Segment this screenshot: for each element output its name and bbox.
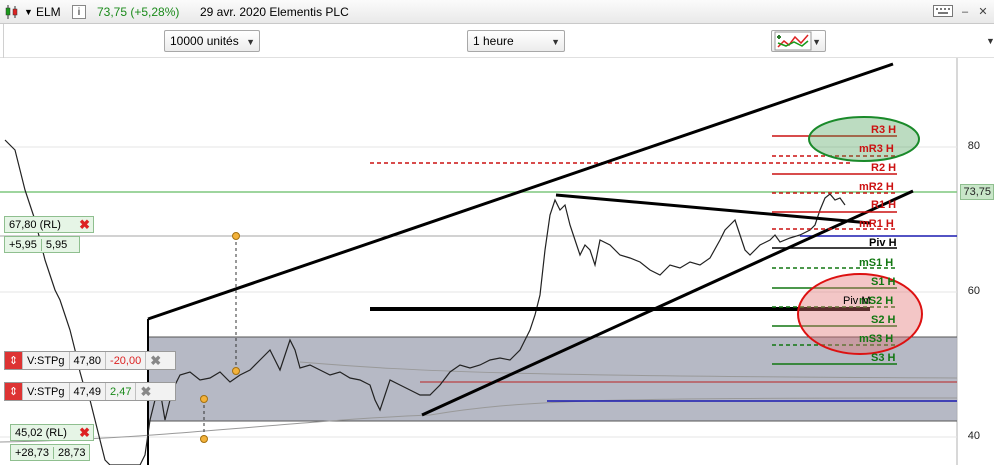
divider bbox=[3, 24, 4, 58]
title-bar: ▼ ELM i 73,75 (+5,28%) 29 avr. 2020 Elem… bbox=[0, 0, 994, 24]
price-tag-diff: +28,73 bbox=[11, 446, 54, 459]
keyboard-icon[interactable] bbox=[932, 5, 954, 19]
pivot-ms3: mS3 H bbox=[859, 333, 894, 345]
ticker-label[interactable]: ELM bbox=[36, 4, 61, 20]
close-icon[interactable]: ✖ bbox=[136, 383, 155, 400]
order-label: V:STPg bbox=[23, 383, 70, 400]
price-tag-1-diff: +5,95 5,95 bbox=[4, 236, 80, 253]
chevron-down-icon: ▼ bbox=[812, 37, 821, 47]
order-label: V:STPg bbox=[23, 352, 70, 369]
timeframe-select[interactable]: 1 heure ▼ bbox=[467, 30, 565, 52]
order-price: 47,80 bbox=[70, 352, 107, 369]
indicators-button[interactable]: ▼ bbox=[771, 30, 826, 52]
pivot-r3: R3 H bbox=[871, 124, 897, 136]
axis-label-40: 40 bbox=[967, 430, 980, 442]
order-pl: 2,47 bbox=[106, 383, 137, 400]
order-price: 47,49 bbox=[70, 383, 107, 400]
pivot-mr2: mR2 H bbox=[859, 181, 894, 193]
pivot-pivm: Piv M bbox=[843, 295, 871, 307]
pivot-piv: Piv H bbox=[869, 237, 897, 249]
chevron-down-icon[interactable]: ▼ bbox=[986, 36, 994, 46]
chevron-down-icon: ▼ bbox=[551, 37, 560, 47]
price-tag-diff2: 28,73 bbox=[57, 446, 86, 459]
pivot-r2: R2 H bbox=[871, 162, 897, 174]
pivot-ms1: mS1 H bbox=[859, 257, 894, 269]
price-tag-diff: +5,95 bbox=[5, 238, 42, 251]
price-change: 73,75 (+5,28%) bbox=[97, 5, 180, 19]
price-tag-value: 45,02 (RL) bbox=[15, 426, 67, 439]
close-icon[interactable]: ✖ bbox=[146, 352, 165, 369]
order-tag-2[interactable]: ⇕ V:STPg 47,49 2,47 ✖ bbox=[4, 382, 176, 401]
pivot-s3: S3 H bbox=[871, 352, 896, 364]
drag-handle-icon[interactable]: ⇕ bbox=[5, 383, 23, 400]
axis-label-80: 80 bbox=[967, 140, 980, 152]
order-pl: -20,00 bbox=[106, 352, 147, 369]
pivot-s1: S1 H bbox=[871, 276, 896, 288]
pivot-mr3: mR3 H bbox=[859, 143, 894, 155]
order-tag-1[interactable]: ⇕ V:STPg 47,80 -20,00 ✖ bbox=[4, 351, 176, 370]
close-icon[interactable]: ✕ bbox=[976, 5, 990, 19]
chevron-down-icon[interactable]: ▼ bbox=[24, 4, 33, 20]
pivot-s2: S2 H bbox=[871, 314, 896, 326]
quantity-select[interactable]: 10000 unités ▼ bbox=[164, 30, 260, 52]
chart-toolbar: 10000 unités ▼ 1 heure ▼ ▼ ▼ bbox=[0, 24, 994, 58]
chart-canvas bbox=[0, 58, 958, 465]
pivot-mr1: mR1 H bbox=[859, 218, 894, 230]
price-tag-diff2: 5,95 bbox=[45, 238, 68, 251]
indicators-icon bbox=[774, 31, 812, 51]
timeframe-value: 1 heure bbox=[473, 34, 514, 48]
date-name: 29 avr. 2020 Elementis PLC bbox=[200, 5, 349, 19]
axis-label-current: 73,75 bbox=[960, 184, 994, 200]
info-icon[interactable]: i bbox=[72, 5, 86, 19]
close-icon[interactable]: ✖ bbox=[76, 425, 93, 441]
quantity-value: 10000 unités bbox=[170, 34, 239, 48]
pivot-r1: R1 H bbox=[871, 199, 897, 211]
price-tag-1[interactable]: 67,80 (RL) ✖ bbox=[4, 216, 94, 233]
close-icon[interactable]: ✖ bbox=[76, 217, 93, 233]
drag-handle-icon[interactable]: ⇕ bbox=[5, 352, 23, 369]
minimize-icon[interactable]: – bbox=[958, 5, 972, 19]
price-tag-2-diff: +28,73 28,73 bbox=[10, 444, 90, 461]
candlestick-icon[interactable] bbox=[4, 4, 22, 20]
price-tag-value: 67,80 (RL) bbox=[9, 218, 61, 231]
price-tag-2[interactable]: 45,02 (RL) ✖ bbox=[10, 424, 94, 441]
chevron-down-icon: ▼ bbox=[246, 37, 255, 47]
axis-label-60: 60 bbox=[967, 285, 980, 297]
price-chart[interactable]: R3 H mR3 H R2 H mR2 H R1 H mR1 H Piv H m… bbox=[0, 58, 994, 465]
